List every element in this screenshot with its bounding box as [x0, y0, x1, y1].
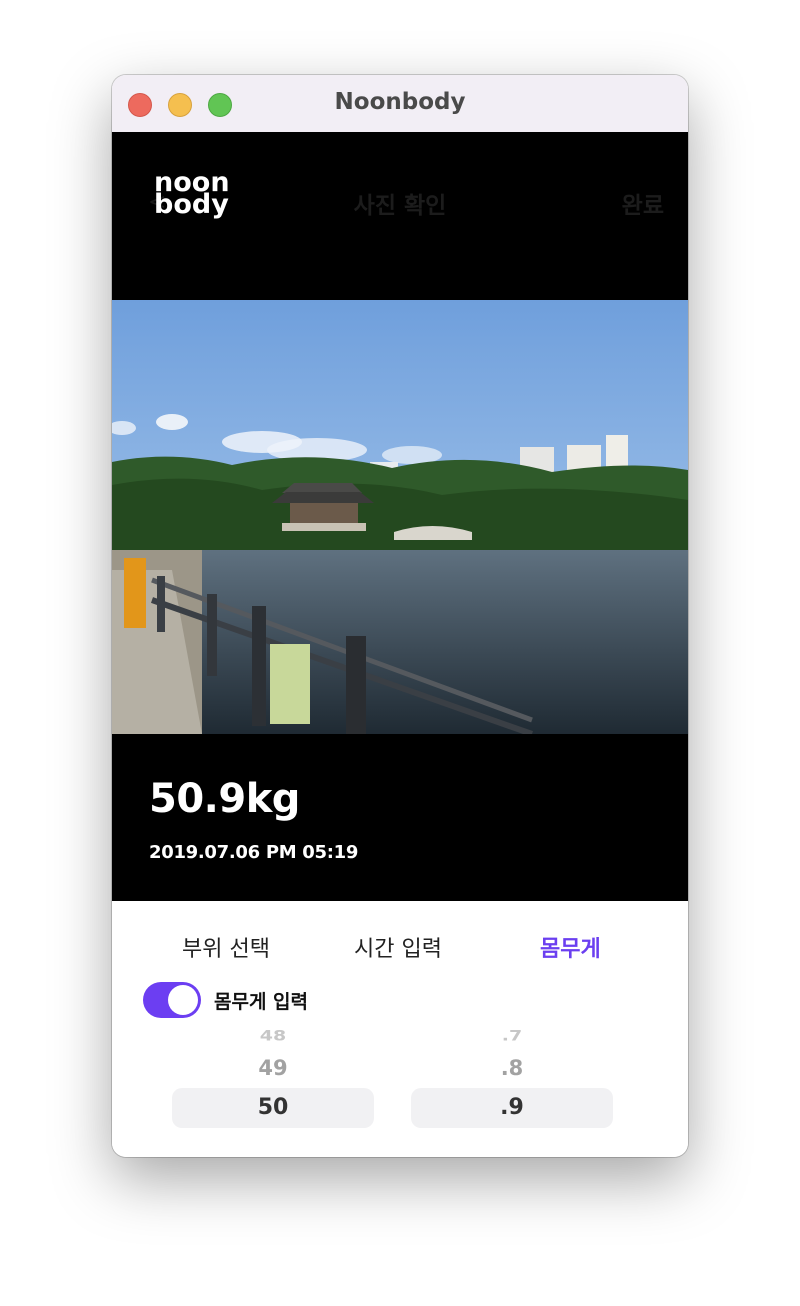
weight-decimal-picker[interactable]: .7 .8 .9 — [411, 1023, 613, 1157]
weight-value: 50.9kg — [149, 776, 300, 822]
title-bar: Noonbody — [112, 75, 688, 133]
photo-datetime: 2019.07.06 PM 05:19 — [149, 842, 359, 863]
done-button[interactable]: 완료 — [622, 186, 664, 220]
weight-input-toggle[interactable] — [143, 982, 201, 1018]
app-header: < noon body 사진 확인 완료 — [112, 132, 688, 300]
picker-selected-option[interactable]: 50 — [172, 1088, 374, 1128]
edit-panel: 부위 선택 시간 입력 몸무게 몸무게 입력 48 49 50 .7 .8 .9 — [112, 901, 688, 1157]
app-window: Noonbody < noon body 사진 확인 완료 50.9kg 201… — [112, 75, 688, 1157]
weight-integer-picker[interactable]: 48 49 50 — [172, 1023, 374, 1157]
weight-info-panel: 50.9kg 2019.07.06 PM 05:19 — [112, 734, 688, 901]
picker-selected-option[interactable]: .9 — [411, 1088, 613, 1128]
picker-option[interactable]: 48 — [172, 1028, 374, 1045]
tab-time-input[interactable]: 시간 입력 — [354, 931, 442, 963]
picker-option[interactable]: 49 — [172, 1056, 374, 1080]
toggle-knob — [168, 985, 198, 1015]
weight-input-label: 몸무게 입력 — [214, 991, 309, 1013]
picker-option[interactable]: .8 — [411, 1056, 613, 1080]
tab-body-part[interactable]: 부위 선택 — [182, 931, 270, 963]
photo-preview — [112, 300, 688, 734]
window-title: Noonbody — [334, 89, 466, 115]
page-title: 사진 확인 — [353, 193, 447, 219]
picker-option[interactable]: .7 — [411, 1028, 613, 1045]
tab-weight[interactable]: 몸무게 — [540, 931, 601, 963]
park-pavilion-photo-icon — [112, 300, 688, 734]
